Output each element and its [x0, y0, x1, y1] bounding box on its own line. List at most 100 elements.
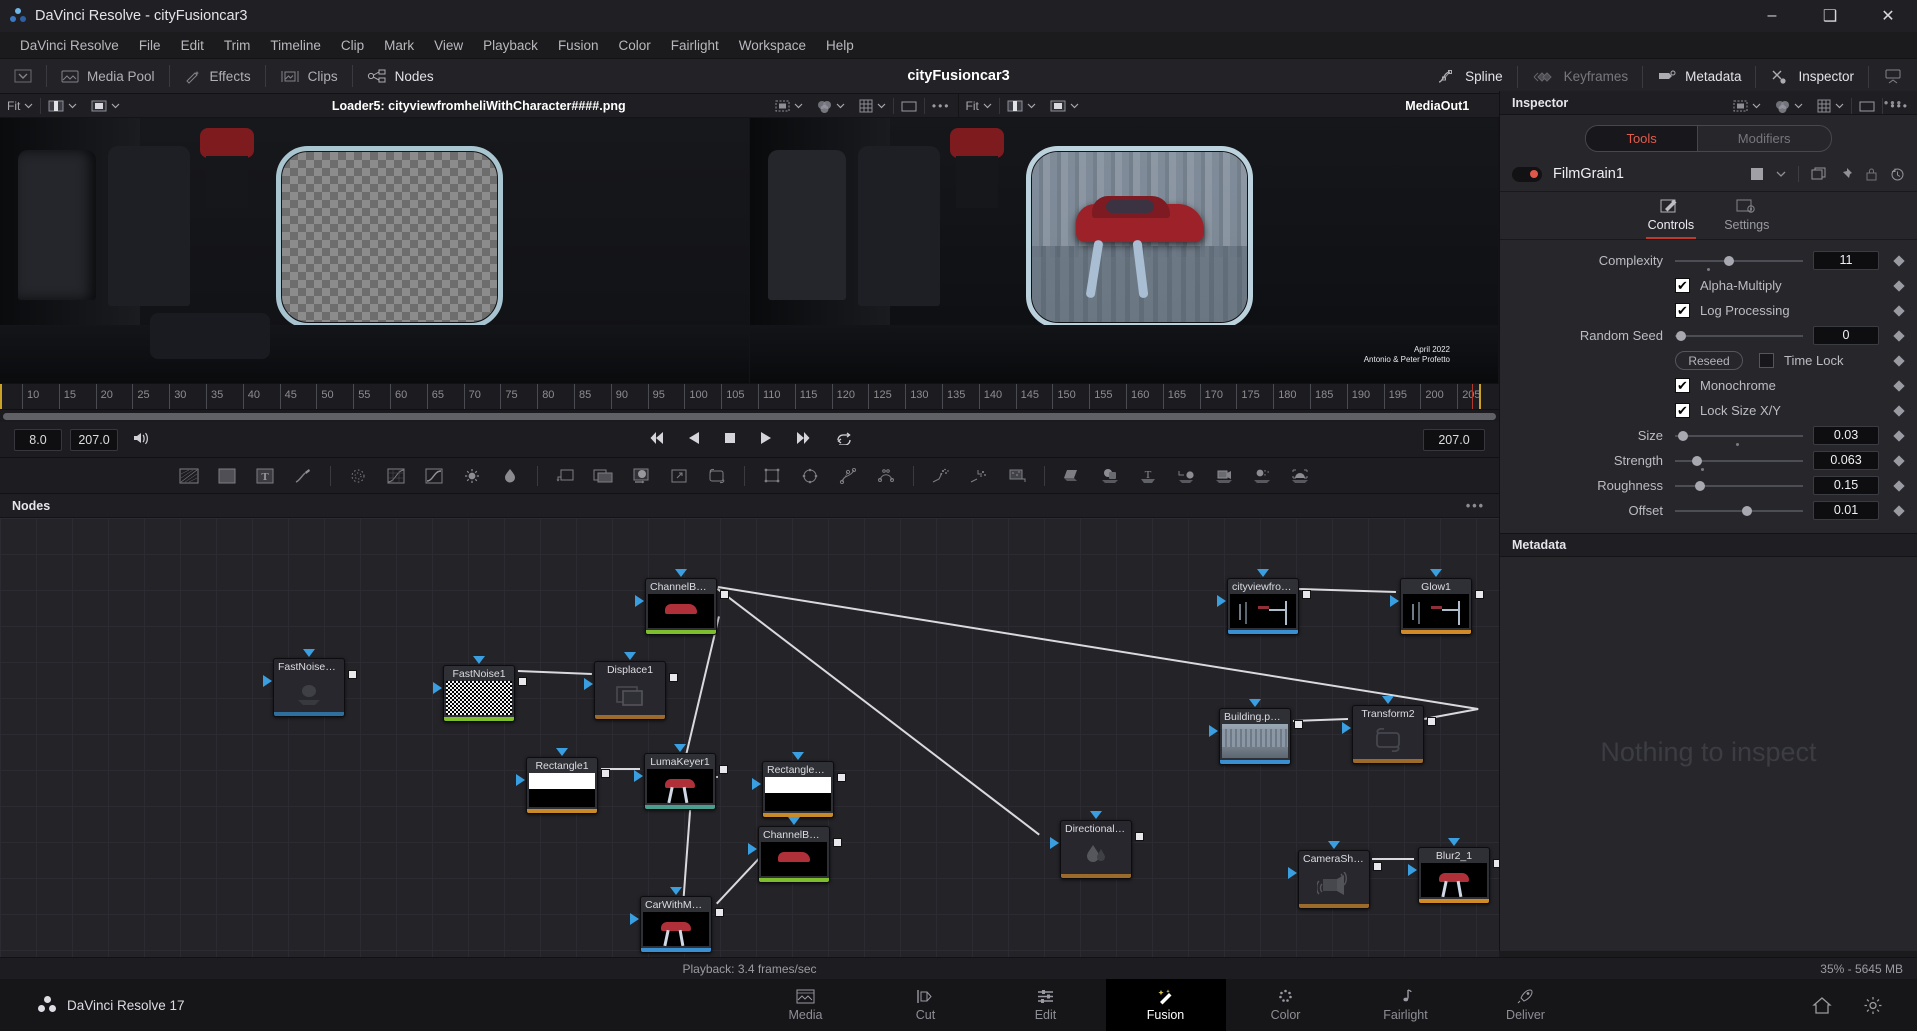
node-output-connector[interactable] — [601, 769, 610, 778]
go-to-end-button[interactable] — [795, 431, 813, 448]
effects-button[interactable]: Effects — [170, 59, 265, 94]
node-channelbool[interactable]: ChannelBool... — [758, 826, 830, 883]
node-mask-input-arrow[interactable] — [1090, 811, 1102, 819]
param-value-field[interactable]: 0.15 — [1813, 476, 1879, 495]
page-button-media[interactable]: Media — [746, 979, 866, 1031]
left-viewer[interactable] — [0, 118, 750, 383]
page-button-edit[interactable]: Edit — [986, 979, 1106, 1031]
right-viewer-options-button[interactable]: ••• — [1883, 94, 1916, 118]
dissolve-tool-icon[interactable] — [584, 458, 622, 494]
timeline-scroll-thumb[interactable] — [3, 413, 1496, 420]
tool-enable-toggle[interactable] — [1512, 167, 1542, 182]
param-value-field[interactable]: 0.01 — [1813, 501, 1879, 520]
colorcorrector-tool-icon[interactable] — [415, 458, 453, 494]
node-mask-input-arrow[interactable] — [1430, 569, 1442, 577]
text-3d-icon[interactable]: T — [1129, 458, 1167, 494]
bspline-mask-icon[interactable] — [867, 458, 905, 494]
node-directionalbl[interactable]: DirectionalBl... — [1060, 820, 1132, 879]
param-checkbox[interactable]: ✔ — [1675, 278, 1690, 293]
right-viewer[interactable]: April 2022 Antonio & Peter Profetto — [750, 118, 1500, 383]
colorcurves-tool-icon[interactable] — [377, 458, 415, 494]
clips-button[interactable]: Clips — [266, 59, 352, 94]
node-buildingpng[interactable]: Building.png... — [1219, 708, 1291, 765]
in-point-field[interactable]: 8.0 — [14, 429, 62, 451]
node-mask-input-arrow[interactable] — [1382, 696, 1394, 704]
right-viewer-fit-dropdown[interactable]: Fit — [959, 94, 999, 118]
node-output-connector[interactable] — [719, 765, 728, 774]
paint-tool-icon[interactable] — [284, 458, 322, 494]
param-checkbox[interactable]: ✔ — [1675, 303, 1690, 318]
time-lock-checkbox[interactable] — [1759, 353, 1774, 368]
range-start-marker[interactable] — [0, 384, 2, 410]
left-viewer-split-view-button[interactable] — [41, 94, 84, 118]
left-viewer-grid-button[interactable] — [852, 94, 893, 118]
tab-settings[interactable]: Settings — [1722, 192, 1771, 239]
right-viewer-grid-button[interactable] — [1810, 94, 1851, 118]
resize-tool-icon[interactable] — [660, 458, 698, 494]
node-fastnoise1[interactable]: FastNoise1 — [443, 665, 515, 722]
rectangle-mask-icon[interactable] — [753, 458, 791, 494]
node-blur21[interactable]: Blur2_1 — [1418, 847, 1490, 904]
particle-emitter-icon[interactable] — [922, 458, 960, 494]
keyframes-button[interactable]: Keyframes — [1518, 59, 1643, 94]
node-mask-input-arrow[interactable] — [624, 652, 636, 660]
page-button-color[interactable]: Color — [1226, 979, 1346, 1031]
keyframe-diamond-icon[interactable] — [1893, 505, 1904, 516]
menu-item-davinci-resolve[interactable]: DaVinci Resolve — [10, 32, 129, 59]
param-slider[interactable] — [1675, 504, 1803, 518]
keyframe-diamond-icon[interactable] — [1893, 380, 1904, 391]
menu-item-help[interactable]: Help — [816, 32, 864, 59]
play-reverse-button[interactable] — [687, 431, 701, 448]
node-carwithmulit[interactable]: CarWithMulit... — [640, 896, 712, 953]
left-viewer-fullscreen-button[interactable] — [894, 94, 924, 118]
particle-render-icon[interactable] — [998, 458, 1036, 494]
polygon-mask-icon[interactable] — [829, 458, 867, 494]
image-plane-3d-icon[interactable] — [1053, 458, 1091, 494]
current-frame-field[interactable]: 207.0 — [1423, 429, 1485, 451]
node-input-connector[interactable] — [635, 595, 644, 607]
menu-item-fairlight[interactable]: Fairlight — [661, 32, 729, 59]
node-output-connector[interactable] — [837, 773, 846, 782]
keyframe-diamond-icon[interactable] — [1893, 280, 1904, 291]
node-mask-input-arrow[interactable] — [1249, 699, 1261, 707]
nodes-button[interactable]: Nodes — [353, 59, 448, 94]
right-viewer-color-button[interactable] — [1768, 94, 1810, 118]
project-settings-gear-icon[interactable] — [1863, 996, 1883, 1015]
node-output-connector[interactable] — [1427, 717, 1436, 726]
background-tool-icon[interactable] — [170, 458, 208, 494]
keyframe-diamond-icon[interactable] — [1893, 455, 1904, 466]
page-button-fairlight[interactable]: Fairlight — [1346, 979, 1466, 1031]
loop-button[interactable] — [835, 431, 853, 448]
menu-item-mark[interactable]: Mark — [374, 32, 424, 59]
metadata-button[interactable]: Metadata — [1643, 59, 1755, 94]
node-input-connector[interactable] — [584, 678, 593, 690]
node-output-connector[interactable] — [1302, 590, 1311, 599]
page-button-deliver[interactable]: Deliver — [1466, 979, 1586, 1031]
menu-item-trim[interactable]: Trim — [214, 32, 261, 59]
play-forward-button[interactable] — [759, 431, 773, 448]
go-to-start-button[interactable] — [647, 431, 665, 448]
colorspace-tool-icon[interactable] — [491, 458, 529, 494]
node-mask-input-arrow[interactable] — [556, 748, 568, 756]
spline-button[interactable]: Spline — [1423, 59, 1517, 94]
right-viewer-layout-button[interactable] — [1043, 94, 1086, 118]
inspector-button[interactable]: Inspector — [1756, 59, 1868, 94]
node-output-connector[interactable] — [720, 590, 729, 599]
param-value-field[interactable]: 0 — [1813, 326, 1879, 345]
camera-3d-icon[interactable] — [1205, 458, 1243, 494]
node-input-connector[interactable] — [516, 774, 525, 786]
workspace-toggle-button[interactable] — [1869, 59, 1917, 94]
menu-item-fusion[interactable]: Fusion — [548, 32, 609, 59]
keyframe-diamond-icon[interactable] — [1893, 405, 1904, 416]
node-output-connector[interactable] — [348, 670, 357, 679]
node-lumakeyer1[interactable]: LumaKeyer1 — [644, 753, 716, 810]
node-input-connector[interactable] — [634, 770, 643, 782]
merge-3d-icon[interactable] — [1167, 458, 1205, 494]
renderer-3d-icon[interactable] — [1281, 458, 1319, 494]
node-input-connector[interactable] — [1217, 595, 1226, 607]
menu-item-file[interactable]: File — [129, 32, 171, 59]
page-button-fusion[interactable]: Fusion — [1106, 979, 1226, 1031]
node-mask-input-arrow[interactable] — [788, 817, 800, 825]
node-input-connector[interactable] — [263, 675, 272, 687]
node-channelbool[interactable]: ChannelBool... — [645, 578, 717, 635]
